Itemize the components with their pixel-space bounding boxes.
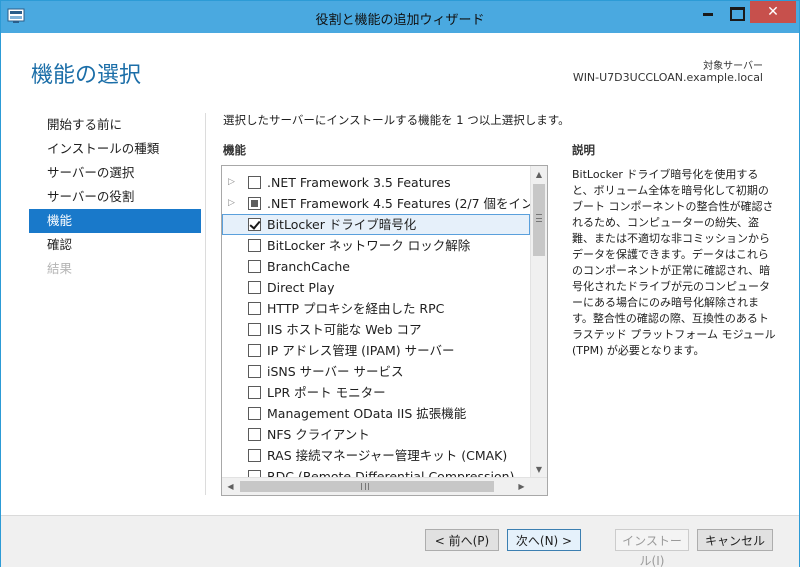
- feature-checkbox[interactable]: [248, 386, 261, 399]
- feature-label: .NET Framework 3.5 Features: [267, 175, 451, 190]
- title-bar[interactable]: 役割と機能の追加ウィザード ✕: [1, 1, 799, 33]
- feature-row-bitlocker[interactable]: BitLocker ドライブ暗号化: [222, 214, 530, 235]
- chevron-down-icon[interactable]: ▼: [531, 461, 547, 478]
- horizontal-scroll-thumb[interactable]: [240, 481, 494, 492]
- feature-checkbox[interactable]: [248, 281, 261, 294]
- feature-label: BitLocker ネットワーク ロック解除: [267, 238, 471, 253]
- feature-row-net45[interactable]: ▷ .NET Framework 4.5 Features (2/7 個をインス…: [222, 193, 530, 214]
- feature-row-rpc-over-http[interactable]: HTTP プロキシを経由した RPC: [222, 298, 530, 319]
- feature-row-iis-hostable-web-core[interactable]: IIS ホスト可能な Web コア: [222, 319, 530, 340]
- features-heading: 機能: [223, 143, 246, 157]
- feature-row-management-odata[interactable]: Management OData IIS 拡張機能: [222, 403, 530, 424]
- feature-row-lpr-port-monitor[interactable]: LPR ポート モニター: [222, 382, 530, 403]
- feature-row-net35[interactable]: ▷ .NET Framework 3.5 Features: [222, 172, 530, 193]
- nav-item-installation-type[interactable]: インストールの種類: [29, 137, 201, 161]
- grip-icon: [536, 214, 542, 222]
- page-title: 機能の選択: [31, 63, 142, 88]
- wizard-window: 役割と機能の追加ウィザード ✕ 機能の選択 対象サーバー WIN-U7D3UCC…: [0, 0, 800, 568]
- chevron-up-icon[interactable]: ▲: [531, 166, 547, 183]
- close-icon: ✕: [767, 4, 779, 20]
- previous-button[interactable]: < 前へ(P): [425, 529, 499, 551]
- triangle-right-icon[interactable]: ▷: [228, 193, 238, 214]
- nav-item-results: 結果: [47, 261, 73, 276]
- horizontal-scrollbar[interactable]: ◀ ▶: [222, 477, 547, 495]
- close-button[interactable]: ✕: [750, 1, 796, 23]
- feature-row-nfs-client[interactable]: NFS クライアント: [222, 424, 530, 445]
- features-list-items: ▷ .NET Framework 3.5 Features ▷ .NET Fra…: [222, 172, 530, 478]
- nav-item-features[interactable]: 機能: [29, 209, 201, 233]
- nav-divider: [205, 113, 206, 495]
- chevron-left-icon[interactable]: ◀: [222, 478, 239, 495]
- feature-row-branchcache[interactable]: BranchCache: [222, 256, 530, 277]
- feature-label: IIS ホスト可能な Web コア: [267, 322, 422, 337]
- feature-row-direct-play[interactable]: Direct Play: [222, 277, 530, 298]
- install-button: インストール(I): [615, 529, 689, 568]
- feature-label: BitLocker ドライブ暗号化: [267, 217, 417, 232]
- nav-item-server-selection[interactable]: サーバーの選択: [29, 161, 201, 185]
- instruction-text: 選択したサーバーにインストールする機能を 1 つ以上選択します。: [223, 113, 570, 127]
- feature-checkbox[interactable]: [248, 197, 261, 210]
- feature-checkbox[interactable]: [248, 407, 261, 420]
- nav-item-server-roles[interactable]: サーバーの役割: [29, 185, 201, 209]
- feature-checkbox[interactable]: [248, 323, 261, 336]
- feature-label: BranchCache: [267, 259, 350, 274]
- grip-icon: [361, 483, 369, 490]
- nav-item-before-you-begin[interactable]: 開始する前に: [29, 113, 201, 137]
- feature-label: LPR ポート モニター: [267, 385, 386, 400]
- features-list[interactable]: ▷ .NET Framework 3.5 Features ▷ .NET Fra…: [221, 165, 548, 496]
- feature-label: NFS クライアント: [267, 427, 370, 442]
- wizard-nav: 開始する前に インストールの種類 サーバーの選択 サーバーの役割 機能 確認 結…: [29, 113, 201, 281]
- feature-checkbox[interactable]: [248, 428, 261, 441]
- description-heading: 説明: [572, 143, 595, 157]
- feature-checkbox[interactable]: [248, 260, 261, 273]
- feature-label: RAS 接続マネージャー管理キット (CMAK): [267, 448, 508, 463]
- feature-label: IP アドレス管理 (IPAM) サーバー: [267, 343, 455, 358]
- feature-row-cmak[interactable]: RAS 接続マネージャー管理キット (CMAK): [222, 445, 530, 466]
- description-text: BitLocker ドライブ暗号化を使用すると、ボリューム全体を暗号化して初期の…: [572, 168, 776, 357]
- chevron-right-icon[interactable]: ▶: [513, 478, 530, 495]
- feature-checkbox[interactable]: [248, 218, 261, 231]
- feature-checkbox[interactable]: [248, 176, 261, 189]
- vertical-scrollbar[interactable]: ▲ ▼: [530, 166, 547, 478]
- feature-label: Management OData IIS 拡張機能: [267, 406, 467, 421]
- feature-checkbox[interactable]: [248, 344, 261, 357]
- nav-item-confirmation[interactable]: 確認: [29, 233, 201, 257]
- vertical-scroll-thumb[interactable]: [533, 184, 545, 256]
- feature-label: iSNS サーバー サービス: [267, 364, 404, 379]
- feature-label: Direct Play: [267, 280, 335, 295]
- minimize-button[interactable]: [694, 1, 722, 23]
- target-server-label: 対象サーバー: [703, 61, 763, 72]
- feature-checkbox[interactable]: [248, 449, 261, 462]
- next-button[interactable]: 次へ(N) >: [507, 529, 581, 551]
- feature-row-bitlocker-network-unlock[interactable]: BitLocker ネットワーク ロック解除: [222, 235, 530, 256]
- target-server-value: WIN-U7D3UCCLOAN.example.local: [572, 71, 763, 84]
- feature-row-ipam[interactable]: IP アドレス管理 (IPAM) サーバー: [222, 340, 530, 361]
- feature-label: .NET Framework 4.5 Features (2/7 個をインストー…: [267, 196, 530, 211]
- cancel-button[interactable]: キャンセル: [697, 529, 773, 551]
- feature-checkbox[interactable]: [248, 302, 261, 315]
- window-title: 役割と機能の追加ウィザード: [315, 13, 485, 28]
- triangle-right-icon[interactable]: ▷: [228, 172, 238, 193]
- feature-label: HTTP プロキシを経由した RPC: [267, 301, 445, 316]
- feature-row-isns[interactable]: iSNS サーバー サービス: [222, 361, 530, 382]
- feature-checkbox[interactable]: [248, 365, 261, 378]
- feature-checkbox[interactable]: [248, 239, 261, 252]
- maximize-button[interactable]: [722, 1, 750, 23]
